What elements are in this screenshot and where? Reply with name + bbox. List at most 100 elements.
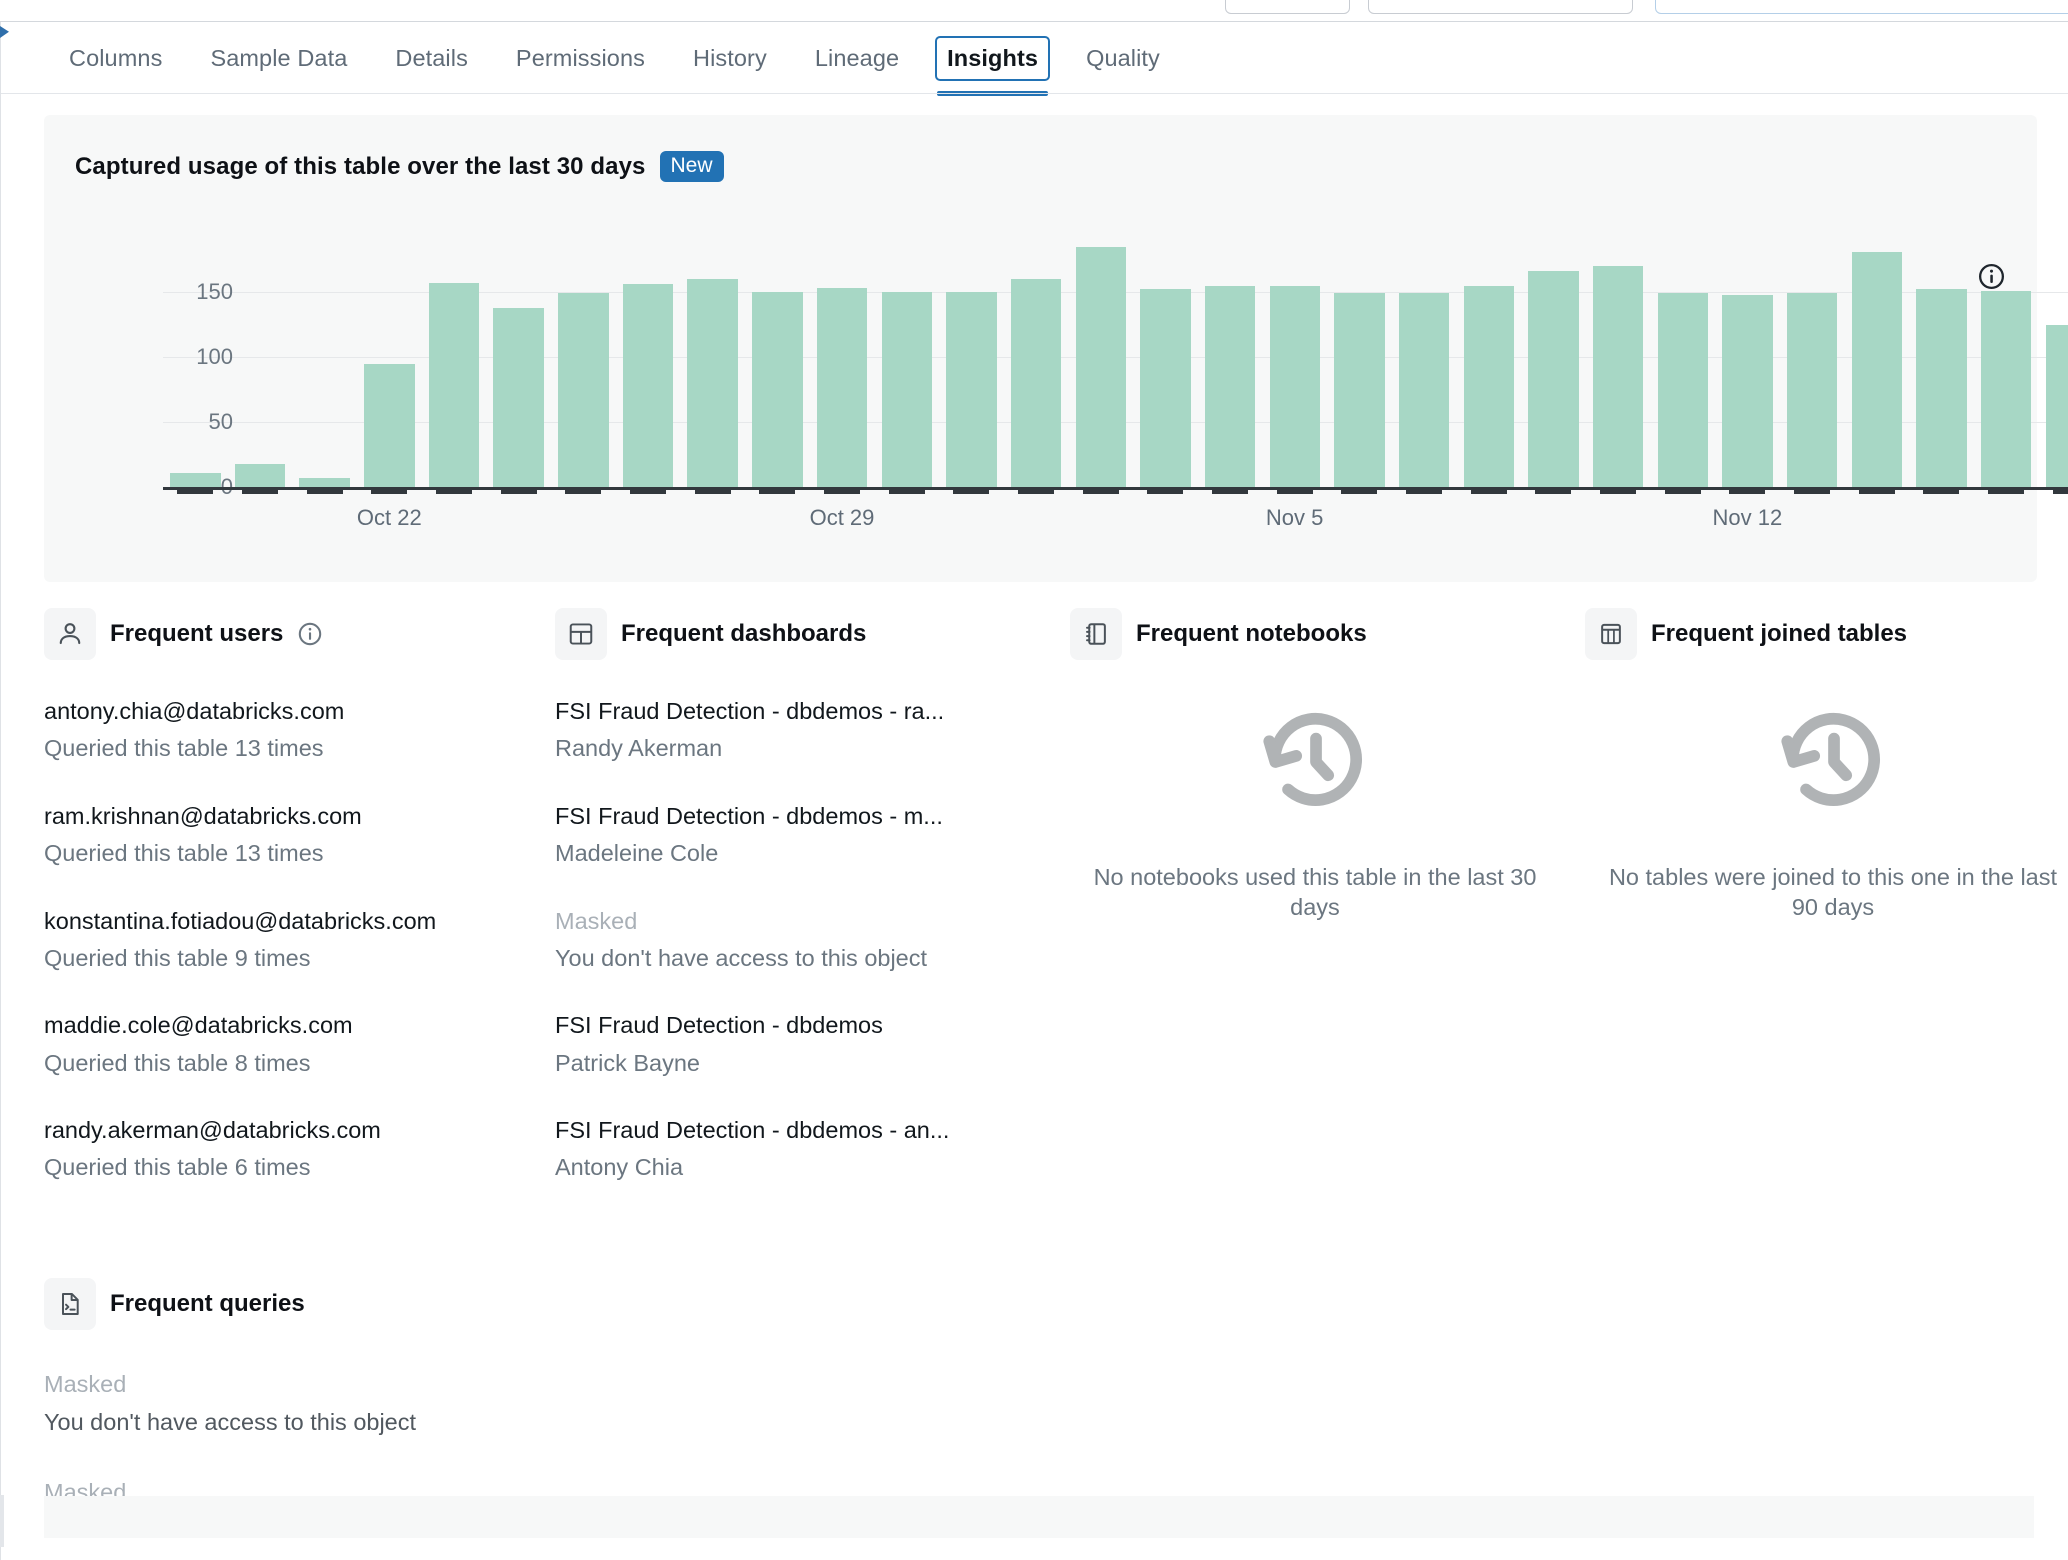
dashboard-name[interactable]: FSI Fraud Detection - dbdemos - an...	[555, 1116, 1055, 1145]
bar-slot[interactable]	[874, 227, 939, 487]
list-item[interactable]: FSI Fraud Detection - dbdemos - an... An…	[555, 1116, 1055, 1183]
bar[interactable]	[2045, 324, 2068, 487]
list-item[interactable]: ram.krishnan@databricks.com Queried this…	[44, 802, 544, 869]
bar[interactable]	[622, 284, 674, 487]
bar-slot[interactable]	[1262, 227, 1327, 487]
bar-slot[interactable]	[616, 227, 681, 487]
bar[interactable]	[493, 307, 544, 487]
bar[interactable]	[234, 463, 286, 487]
user-email[interactable]: randy.akerman@databricks.com	[44, 1116, 544, 1145]
bar[interactable]	[558, 293, 609, 487]
bar[interactable]	[1334, 293, 1385, 487]
bar-slot[interactable]	[357, 227, 422, 487]
bar-slot[interactable]	[551, 227, 616, 487]
tab-sample-data[interactable]: Sample Data	[186, 36, 371, 81]
tab-lineage[interactable]: Lineage	[791, 36, 923, 81]
bar[interactable]	[1786, 293, 1838, 487]
user-email[interactable]: ram.krishnan@databricks.com	[44, 802, 544, 831]
bar-slot[interactable]	[810, 227, 875, 487]
bar[interactable]	[1722, 294, 1773, 487]
bar[interactable]	[687, 279, 738, 487]
list-item[interactable]: konstantina.fotiadou@databricks.com Quer…	[44, 907, 544, 974]
bar[interactable]	[752, 292, 803, 487]
bar-slot[interactable]	[163, 227, 228, 487]
dashboard-name[interactable]: FSI Fraud Detection - dbdemos - ra...	[555, 697, 1055, 726]
bar-slot[interactable]	[422, 227, 487, 487]
bar[interactable]	[1140, 289, 1191, 487]
bar-slot[interactable]	[1456, 227, 1521, 487]
bar[interactable]	[1269, 285, 1320, 487]
bar[interactable]	[1075, 246, 1126, 487]
bar[interactable]	[1592, 266, 1644, 487]
bar-slot[interactable]	[2038, 227, 2068, 487]
bar[interactable]	[1528, 271, 1579, 487]
bar-slot[interactable]	[1715, 227, 1780, 487]
x-axis-tick	[292, 487, 357, 495]
tab-label: Details	[395, 44, 468, 71]
bar-slot[interactable]	[1198, 227, 1263, 487]
frequent-dashboards-header: Frequent dashboards	[555, 608, 1055, 660]
list-item[interactable]: FSI Fraud Detection - dbdemos - ra... Ra…	[555, 697, 1055, 764]
dashboard-name[interactable]: FSI Fraud Detection - dbdemos	[555, 1011, 1055, 1040]
x-axis-tick	[874, 487, 939, 495]
bar-slot[interactable]	[1004, 227, 1069, 487]
bar-slot[interactable]	[1586, 227, 1651, 487]
chrome-search-field[interactable]	[1655, 0, 2068, 14]
frequent-notebooks-header: Frequent notebooks	[1070, 608, 1560, 660]
bar[interactable]	[881, 292, 932, 487]
bar[interactable]	[1657, 293, 1708, 487]
list-item[interactable]: antony.chia@databricks.com Queried this …	[44, 697, 544, 764]
bar[interactable]	[299, 477, 350, 487]
user-email[interactable]: maddie.cole@databricks.com	[44, 1011, 544, 1040]
chrome-control-2[interactable]	[1368, 0, 1633, 14]
bar-slot[interactable]	[1521, 227, 1586, 487]
bar[interactable]	[816, 288, 868, 487]
tab-details[interactable]: Details	[371, 36, 492, 81]
tab-columns[interactable]: Columns	[45, 36, 186, 81]
x-axis-tick	[1650, 487, 1715, 495]
bar[interactable]	[946, 292, 997, 487]
bar[interactable]	[1980, 290, 2032, 487]
bar-slot[interactable]	[228, 227, 293, 487]
tab-quality[interactable]: Quality	[1062, 36, 1184, 81]
chrome-control-1[interactable]	[1225, 0, 1350, 14]
tab-insights[interactable]: Insights	[935, 35, 1051, 96]
dashboard-name[interactable]: FSI Fraud Detection - dbdemos - m...	[555, 802, 1055, 831]
bar-slot[interactable]	[1392, 227, 1457, 487]
tab-permissions[interactable]: Permissions	[492, 36, 669, 81]
bar[interactable]	[364, 363, 415, 487]
bar-slot[interactable]	[1650, 227, 1715, 487]
bar-slot[interactable]	[1909, 227, 1974, 487]
bar-slot[interactable]	[745, 227, 810, 487]
bar[interactable]	[1916, 289, 1967, 487]
bar-slot[interactable]	[292, 227, 357, 487]
bar[interactable]	[1010, 279, 1062, 487]
bar[interactable]	[1398, 293, 1450, 487]
tab-label: Sample Data	[210, 44, 348, 71]
left-scroll-indicator[interactable]	[0, 1495, 4, 1547]
bar-slot[interactable]	[1844, 227, 1909, 487]
bar[interactable]	[1463, 285, 1514, 487]
list-item[interactable]: randy.akerman@databricks.com Queried thi…	[44, 1116, 544, 1183]
bar-slot[interactable]	[680, 227, 745, 487]
bar-slot[interactable]	[486, 227, 551, 487]
bar[interactable]	[1204, 285, 1256, 487]
bar-slot[interactable]	[1068, 227, 1133, 487]
bar[interactable]	[1851, 251, 1903, 487]
list-item[interactable]: FSI Fraud Detection - dbdemos Patrick Ba…	[555, 1011, 1055, 1078]
list-item[interactable]: maddie.cole@databricks.com Queried this …	[44, 1011, 544, 1078]
list-item[interactable]: FSI Fraud Detection - dbdemos - m... Mad…	[555, 802, 1055, 869]
bar-slot[interactable]	[939, 227, 1004, 487]
bar[interactable]	[428, 282, 480, 487]
dashboard-owner: Patrick Bayne	[555, 1049, 700, 1076]
x-axis-tick	[228, 487, 293, 495]
user-email[interactable]: antony.chia@databricks.com	[44, 697, 544, 726]
bar-slot[interactable]	[1974, 227, 2039, 487]
bar[interactable]	[170, 472, 221, 487]
info-circle-icon[interactable]	[297, 621, 323, 647]
bar-slot[interactable]	[1133, 227, 1198, 487]
bar-slot[interactable]	[1780, 227, 1845, 487]
user-email[interactable]: konstantina.fotiadou@databricks.com	[44, 907, 544, 936]
tab-history[interactable]: History	[669, 36, 791, 81]
bar-slot[interactable]	[1327, 227, 1392, 487]
